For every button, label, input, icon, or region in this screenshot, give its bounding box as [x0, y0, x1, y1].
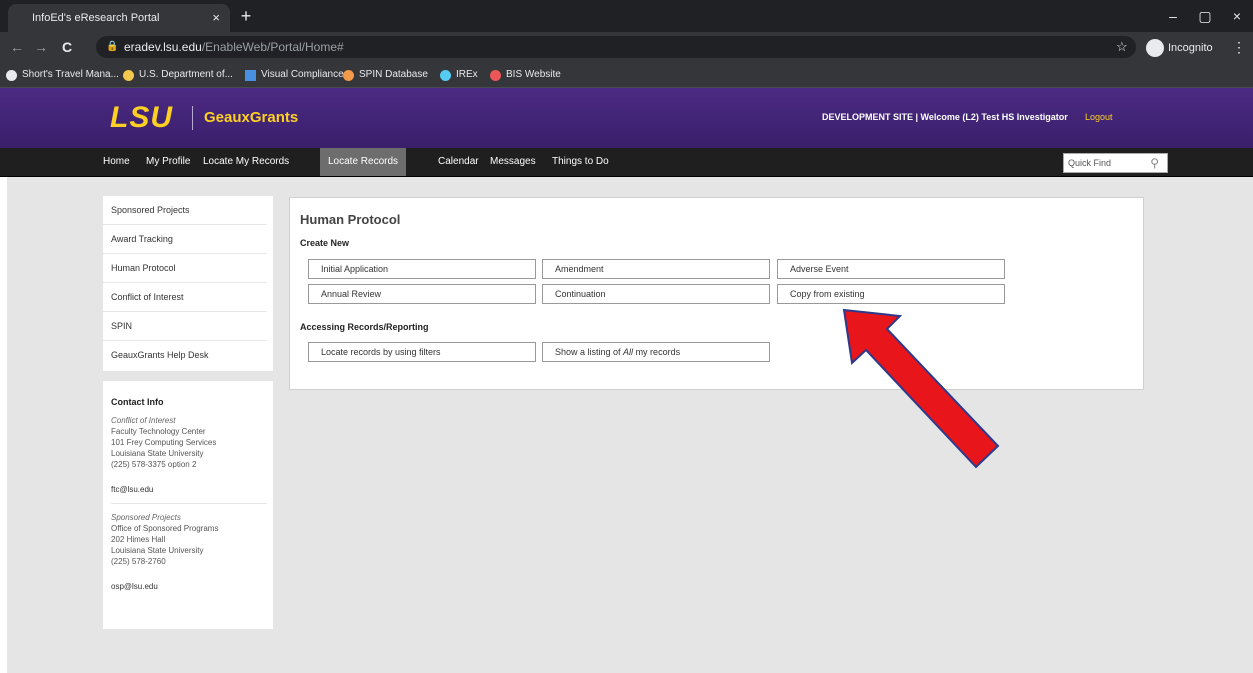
tab-title: InfoEd's eResearch Portal	[32, 12, 160, 24]
browser-tab[interactable]: InfoEd's eResearch Portal ×	[8, 4, 230, 32]
lsu-logo[interactable]: LSU	[110, 102, 173, 134]
url-path: /EnableWeb/Portal/Home#	[201, 40, 344, 54]
sidebar-item-help-desk[interactable]: GeauxGrants Help Desk	[103, 341, 267, 370]
site-header: LSU GeauxGrants DEVELOPMENT SITE | Welco…	[0, 88, 1253, 148]
coi-line: 101 Frey Computing Services	[111, 438, 217, 447]
sp-line: (225) 578-2760	[111, 557, 166, 566]
bookmark-star-icon[interactable]: ☆	[1116, 36, 1128, 58]
incognito-indicator[interactable]: Incognito	[1146, 39, 1213, 57]
sp-line: 202 Himes Hall	[111, 535, 166, 544]
reload-icon[interactable]: C	[56, 36, 78, 58]
sp-label: Sponsored Projects	[111, 513, 181, 522]
coi-line: Faculty Technology Center	[111, 427, 206, 436]
create-new-label: Create New	[300, 238, 350, 248]
locate-records-filters-button[interactable]: Locate records by using filters	[308, 342, 536, 362]
incognito-label: Incognito	[1168, 42, 1213, 54]
visual-compliance-icon	[245, 70, 256, 81]
tab-close-icon[interactable]: ×	[212, 4, 220, 32]
lock-icon: 🔒	[106, 41, 119, 52]
sp-line: Louisiana State University	[111, 546, 204, 555]
quick-find-placeholder: Quick Find	[1068, 158, 1112, 168]
contact-info: Contact Info Conflict of Interest Facult…	[103, 381, 273, 629]
sidebar-item-sponsored-projects[interactable]: Sponsored Projects	[103, 196, 267, 225]
panel-title: Human Protocol	[300, 212, 401, 227]
seal-icon	[123, 70, 134, 81]
sidebar: Sponsored Projects Award Tracking Human …	[103, 196, 273, 371]
bookmark-item[interactable]: SPIN Database	[343, 62, 428, 88]
bis-icon	[490, 70, 501, 81]
human-protocol-panel: Human Protocol Create New Initial Applic…	[289, 197, 1144, 390]
coi-email-link[interactable]: ftc@lsu.edu	[111, 484, 273, 495]
logo-divider	[192, 106, 193, 130]
amendment-button[interactable]: Amendment	[542, 259, 770, 279]
bookmark-item[interactable]: BIS Website	[490, 62, 561, 88]
address-bar: ← → C 🔒 eradev.lsu.edu/EnableWeb/Portal/…	[0, 32, 1253, 62]
bookmark-item[interactable]: Short's Travel Mana...	[6, 62, 119, 88]
forward-icon[interactable]: →	[30, 36, 52, 58]
browser-tab-bar: InfoEd's eResearch Portal × + – ▢ ×	[0, 0, 1253, 32]
coi-line: (225) 578-3375 option 2	[111, 460, 197, 469]
main-nav: Home My Profile Locate My Records Locate…	[0, 148, 1253, 177]
adverse-event-button[interactable]: Adverse Event	[777, 259, 1005, 279]
nav-calendar[interactable]: Calendar	[430, 148, 487, 176]
nav-home[interactable]: Home	[95, 148, 138, 176]
show-all-records-button[interactable]: Show a listing of All my records	[542, 342, 770, 362]
contact-divider	[111, 503, 267, 504]
coi-line: Louisiana State University	[111, 449, 204, 458]
minimize-icon[interactable]: –	[1158, 4, 1188, 28]
url-input[interactable]: 🔒 eradev.lsu.edu/EnableWeb/Portal/Home#	[96, 36, 1136, 58]
nav-things-to-do[interactable]: Things to Do	[544, 148, 617, 176]
app-name: GeauxGrants	[204, 109, 299, 126]
continuation-button[interactable]: Continuation	[542, 284, 770, 304]
close-window-icon[interactable]: ×	[1222, 4, 1252, 28]
nav-my-profile[interactable]: My Profile	[138, 148, 198, 176]
welcome-text: DEVELOPMENT SITE | Welcome (L2) Test HS …	[822, 112, 1068, 122]
new-tab-icon[interactable]: +	[234, 4, 258, 28]
sp-email-link[interactable]: osp@lsu.edu	[111, 581, 273, 592]
logout-link[interactable]: Logout	[1085, 110, 1113, 124]
nav-locate-records[interactable]: Locate Records	[320, 148, 407, 176]
sp-line: Office of Sponsored Programs	[111, 524, 219, 533]
coi-label: Conflict of Interest	[111, 416, 176, 425]
globe-icon	[6, 70, 17, 81]
browser-menu-icon[interactable]: ⋮	[1232, 36, 1246, 58]
bookmark-item[interactable]: IREx	[440, 62, 478, 88]
sidebar-item-human-protocol[interactable]: Human Protocol	[103, 254, 267, 283]
nav-locate-my-records[interactable]: Locate My Records	[195, 148, 297, 176]
bookmarks-bar: Short's Travel Mana... U.S. Department o…	[0, 62, 1253, 88]
maximize-icon[interactable]: ▢	[1190, 4, 1220, 28]
sidebar-item-conflict-of-interest[interactable]: Conflict of Interest	[103, 283, 267, 312]
incognito-icon	[1146, 39, 1164, 57]
sidebar-item-award-tracking[interactable]: Award Tracking	[103, 225, 267, 254]
red-arrow-annotation	[842, 308, 1000, 469]
nav-messages[interactable]: Messages	[482, 148, 544, 176]
arrow-shape	[842, 308, 1000, 469]
contact-title: Contact Info	[111, 397, 164, 407]
bookmark-item[interactable]: U.S. Department of...	[123, 62, 233, 88]
search-icon[interactable]: ⚲	[1150, 154, 1159, 172]
annual-review-button[interactable]: Annual Review	[308, 284, 536, 304]
sidebar-item-spin[interactable]: SPIN	[103, 312, 267, 341]
back-icon[interactable]: ←	[6, 36, 28, 58]
url-host: eradev.lsu.edu	[124, 40, 202, 54]
initial-application-button[interactable]: Initial Application	[308, 259, 536, 279]
quick-find-input[interactable]: Quick Find ⚲	[1063, 153, 1168, 173]
bookmark-item[interactable]: Visual Compliance	[245, 62, 344, 88]
spin-icon	[343, 70, 354, 81]
accessing-records-label: Accessing Records/Reporting	[300, 322, 429, 332]
irex-icon	[440, 70, 451, 81]
